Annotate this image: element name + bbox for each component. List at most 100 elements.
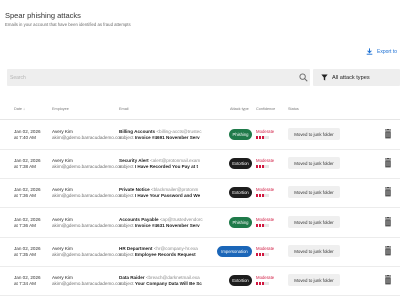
confidence-indicator: Moderate [256, 129, 274, 139]
confidence-segment [267, 281, 270, 285]
sender-name: Accounts Payable [119, 217, 159, 222]
time-text: at 7:40 AM [14, 134, 36, 140]
row-date: Jan 02, 2026 at 7:34 AM [14, 275, 41, 286]
column-header-attack-type[interactable]: Attack type [230, 107, 249, 111]
confidence-indicator: Moderate [256, 217, 274, 227]
confidence-segment [267, 252, 270, 256]
attack-type-badge: Extortion [229, 187, 252, 198]
page-title: Spear phishing attacks [5, 11, 81, 20]
confidence-bar [256, 252, 274, 256]
subject-prefix: subject [119, 163, 134, 169]
time-text: at 7:38 AM [14, 163, 36, 169]
trash-icon[interactable] [384, 275, 392, 285]
sort-arrow-icon: ↓ [23, 107, 25, 111]
confidence-segment [267, 164, 270, 168]
subject-prefix: subject [119, 192, 134, 198]
subject-prefix: subject [119, 222, 134, 228]
confidence-label: Moderate [256, 158, 275, 163]
row-email[interactable]: Data Raider <breach@darknetmail.exa subje… [119, 275, 211, 286]
email-subject: Invoice #4691 November Serv [134, 134, 200, 140]
sender-name: Security Alert [119, 158, 149, 163]
confidence-bar [256, 281, 274, 285]
confidence-label: Moderate [256, 129, 275, 134]
attack-type-badge: Extortion [229, 158, 252, 169]
column-header-email[interactable]: Email [119, 107, 129, 111]
employee-email: akim@gdemo.barracudademo.com [52, 251, 124, 257]
attack-type-badge: Phishing [229, 129, 252, 140]
column-header-status[interactable]: Status [288, 107, 299, 111]
status-badge: Moved to junk folder [288, 245, 340, 257]
sender-address: <ap@trustedvendorc [159, 217, 203, 222]
confidence-label: Moderate [256, 246, 275, 251]
row-date: Jan 02, 2026 at 7:36 AM [14, 217, 41, 228]
confidence-label: Moderate [256, 275, 275, 280]
row-date: Jan 02, 2026 at 7:36 AM [14, 187, 41, 198]
status-badge: Moved to junk folder [288, 157, 340, 169]
confidence-indicator: Moderate [256, 275, 274, 285]
trash-icon[interactable] [384, 246, 392, 256]
row-employee: Avery Kim akim@gdemo.barracudademo.com [52, 275, 124, 286]
confidence-segment [267, 223, 270, 227]
date-text: Jan 02, 2026 [14, 217, 41, 222]
time-text: at 7:34 AM [14, 280, 36, 286]
confidence-indicator: Moderate [256, 187, 274, 197]
table-row[interactable]: Jan 02, 2026 at 7:40 AM Avery Kim akim@gdem… [0, 120, 400, 150]
search-input[interactable] [10, 71, 295, 84]
confidence-segment [267, 193, 270, 197]
date-text: Jan 02, 2026 [14, 129, 41, 134]
table-row[interactable]: Jan 02, 2026 at 7:38 AM Avery Kim akim@gdem… [0, 149, 400, 179]
sender-address: <breach@darknetmail.exa [145, 275, 200, 280]
row-employee: Avery Kim akim@gdemo.barracudademo.com [52, 217, 124, 228]
sender-name: HR Department [119, 246, 153, 251]
sender-name: Private Notice [119, 187, 150, 192]
confidence-bar [256, 135, 274, 139]
column-header-employee[interactable]: Employee [52, 107, 69, 111]
sender-name: Data Raider [119, 275, 145, 280]
attack-type-filter[interactable]: All attack types [313, 69, 400, 86]
trash-icon[interactable] [384, 158, 392, 168]
table-row[interactable]: Jan 02, 2026 at 7:36 AM Avery Kim akim@gdem… [0, 208, 400, 238]
sender-address: <billing-accts@trustec [156, 129, 202, 134]
row-employee: Avery Kim akim@gdemo.barracudademo.com [52, 158, 124, 169]
date-text: Jan 02, 2026 [14, 187, 41, 192]
confidence-bar [256, 164, 274, 168]
employee-email: akim@gdemo.barracudademo.com [52, 280, 124, 286]
date-text: Jan 02, 2026 [14, 246, 41, 251]
search-bar [7, 69, 310, 86]
employee-email: akim@gdemo.barracudademo.com [52, 192, 124, 198]
subject-prefix: subject [119, 280, 134, 286]
column-header-confidence[interactable]: Confidence [256, 107, 275, 111]
trash-icon[interactable] [384, 187, 392, 197]
status-badge: Moved to junk folder [288, 186, 340, 198]
employee-email: akim@gdemo.barracudademo.com [52, 222, 124, 228]
column-header-date[interactable]: Date ↓ [14, 107, 25, 111]
email-subject: I Have Recorded You Pay at t [134, 163, 198, 169]
attack-type-badge: Extortion [229, 275, 252, 286]
table-row[interactable]: Jan 02, 2026 at 7:34 AM Avery Kim akim@gdem… [0, 266, 400, 296]
table-row[interactable]: Jan 02, 2026 at 7:36 AM Avery Kim akim@gdem… [0, 178, 400, 208]
row-email[interactable]: HR Department <hr@company-hr.exa subject … [119, 246, 211, 257]
subject-prefix: subject [119, 251, 134, 257]
confidence-indicator: Moderate [256, 246, 274, 256]
row-employee: Avery Kim akim@gdemo.barracudademo.com [52, 129, 124, 140]
row-email[interactable]: Billing Accounts <billing-accts@trustec s… [119, 129, 211, 140]
row-email[interactable]: Accounts Payable <ap@trustedvendorc subje… [119, 217, 211, 228]
export-button[interactable]: Export to [366, 48, 397, 55]
confidence-segment [267, 135, 270, 139]
date-text: Jan 02, 2026 [14, 275, 41, 280]
row-email[interactable]: Security Alert <alert@protonmail.exam sub… [119, 158, 211, 169]
download-icon [366, 48, 373, 55]
row-date: Jan 02, 2026 at 7:38 AM [14, 158, 41, 169]
sender-address: <blackmailer@protonm [150, 187, 199, 192]
row-email[interactable]: Private Notice <blackmailer@protonm subje… [119, 187, 211, 198]
attack-type-badge: Impersonation [217, 246, 252, 257]
search-icon[interactable] [299, 73, 308, 82]
sender-name: Billing Accounts [119, 129, 156, 134]
attack-type-badge: Phishing [229, 217, 252, 228]
table-row[interactable]: Jan 02, 2026 at 7:35 AM Avery Kim akim@gdem… [0, 237, 400, 267]
trash-icon[interactable] [384, 217, 392, 227]
table-header: Date ↓ Employee Email Attack type Confid… [0, 100, 400, 120]
employee-email: akim@gdemo.barracudademo.com [52, 163, 124, 169]
sender-address: <alert@protonmail.exam [149, 158, 201, 163]
trash-icon[interactable] [384, 129, 392, 139]
